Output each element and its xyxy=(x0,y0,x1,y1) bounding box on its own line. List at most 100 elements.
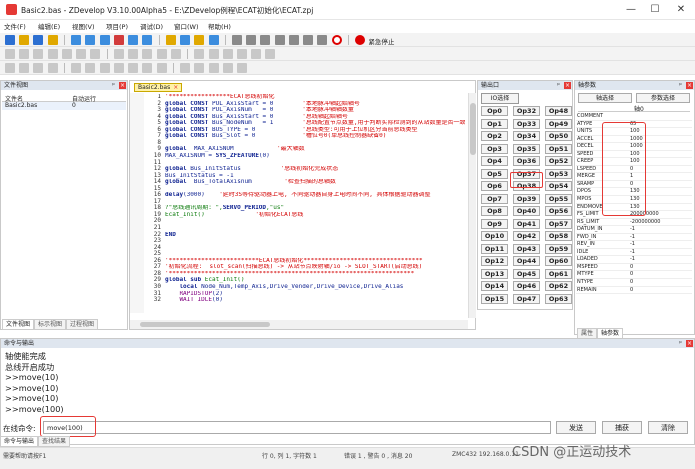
code-line[interactable]: WAIT IDLE(0) xyxy=(165,297,465,303)
code-line[interactable]: global CONST Bus_Slot = 0 '槽位号0(单总线控制器缺省… xyxy=(165,133,465,139)
param-row[interactable]: LOADED -1 xyxy=(576,256,692,264)
settings-icon[interactable] xyxy=(236,63,247,73)
menu-debug[interactable]: 调试(D) xyxy=(140,21,163,31)
pin-icon[interactable]: ᵖ xyxy=(677,340,684,347)
code-line[interactable]: MAX_AXISNUM = SYS_ZFEATURE(0) xyxy=(165,153,465,159)
output-port-op45[interactable]: Op45 xyxy=(513,268,540,279)
same-width-icon[interactable] xyxy=(71,63,82,73)
axis-select-button[interactable]: 轴选择 xyxy=(578,93,632,103)
output-port-op43[interactable]: Op43 xyxy=(513,243,540,254)
output-port-op5[interactable]: Op5 xyxy=(481,168,508,179)
editor-vertical-scrollbar[interactable] xyxy=(468,93,476,318)
output-port-op51[interactable]: Op51 xyxy=(545,143,572,154)
output-port-op39[interactable]: Op39 xyxy=(513,193,540,204)
param-row[interactable]: REV_IN -1 xyxy=(576,241,692,249)
output-port-op32[interactable]: Op32 xyxy=(513,106,540,116)
circle-tool-icon[interactable] xyxy=(47,49,58,59)
panel-close-icon[interactable]: × xyxy=(564,82,571,89)
output-port-op0[interactable]: Op0 xyxy=(481,106,508,116)
param-row[interactable]: MTYPE 0 xyxy=(576,271,692,280)
connect-icon[interactable] xyxy=(71,35,82,45)
code-lines[interactable]: 1 '*****************ECAT总线初始化 2 global CONS… xyxy=(130,94,466,314)
output-port-op4[interactable]: Op4 xyxy=(481,156,508,166)
param-value[interactable]: -1 xyxy=(630,234,635,242)
code-line[interactable]: global CONST Bus_NodeNum = 1 '总线配置节点数量,用… xyxy=(165,120,465,126)
pin-icon[interactable]: ᵖ xyxy=(110,82,117,89)
fit-icon[interactable] xyxy=(222,63,233,73)
file-autorun[interactable]: 0 xyxy=(72,102,76,109)
polyline-tool-icon[interactable] xyxy=(19,49,30,59)
menu-file[interactable]: 文件(F) xyxy=(4,21,26,31)
param-row[interactable]: REMAIN 0 xyxy=(576,287,692,295)
output-port-op47[interactable]: Op47 xyxy=(513,293,540,304)
emergency-stop-icon[interactable] xyxy=(355,35,366,45)
output-port-op56[interactable]: Op56 xyxy=(545,206,572,216)
emergency-stop-label[interactable]: 紧急停止 xyxy=(368,36,394,46)
code-line[interactable] xyxy=(165,186,465,192)
output-port-op12[interactable]: Op12 xyxy=(481,256,508,266)
output-port-op46[interactable]: Op46 xyxy=(513,281,540,291)
output-port-op52[interactable]: Op52 xyxy=(545,156,572,166)
output-port-op48[interactable]: Op48 xyxy=(545,106,572,116)
mirror-icon[interactable] xyxy=(251,49,262,59)
output-port-op58[interactable]: Op58 xyxy=(545,231,572,241)
param-row[interactable]: NTYPE 0 xyxy=(576,279,692,287)
menu-help[interactable]: 帮助(H) xyxy=(208,21,231,31)
tab-file-view[interactable]: 文件视图 xyxy=(2,319,35,330)
breakpoint-icon[interactable] xyxy=(274,35,285,45)
param-value[interactable]: -200000000 xyxy=(630,219,660,227)
send-button[interactable]: 发送 xyxy=(556,421,596,434)
output-port-op2[interactable]: Op2 xyxy=(481,131,508,141)
step-icon[interactable] xyxy=(208,35,219,45)
param-value[interactable]: 0 xyxy=(630,287,633,295)
output-port-op57[interactable]: Op57 xyxy=(545,218,572,229)
code-line[interactable] xyxy=(165,251,465,257)
ellipse-tool-icon[interactable] xyxy=(76,49,87,59)
output-port-op9[interactable]: Op9 xyxy=(481,218,508,229)
output-port-op44[interactable]: Op44 xyxy=(513,256,540,266)
param-row[interactable]: FWD_IN -1 xyxy=(576,234,692,242)
more-icon[interactable] xyxy=(317,35,328,45)
code-line[interactable]: global MAX_AXISNUM '最大轴数 xyxy=(165,146,465,152)
tab-order-icon[interactable] xyxy=(180,63,191,73)
minimize-button[interactable]: — xyxy=(622,3,640,17)
code-line[interactable]: END xyxy=(165,232,465,238)
file-row[interactable]: Basic2.bas 0 xyxy=(2,102,126,110)
online-command-input[interactable]: move(100) xyxy=(43,421,551,434)
editor-tab[interactable]: Basic2.bas × xyxy=(134,83,183,92)
code-line[interactable]: local Node_Num,Temp_Axis,Drive_Vender,Dr… xyxy=(165,284,465,290)
param-value[interactable]: 0 xyxy=(630,271,633,279)
build-icon[interactable] xyxy=(165,35,176,45)
tab-command-output[interactable]: 命令与输出 xyxy=(0,436,39,447)
param-row[interactable]: IDLE -1 xyxy=(576,249,692,257)
output-port-op50[interactable]: Op50 xyxy=(545,131,572,141)
tab-find-results[interactable]: 查找结果 xyxy=(38,436,71,447)
layer-icon[interactable] xyxy=(194,49,205,59)
rect-tool-icon[interactable] xyxy=(33,49,44,59)
output-port-op42[interactable]: Op42 xyxy=(513,231,540,241)
output-port-op59[interactable]: Op59 xyxy=(545,243,572,254)
output-port-op34[interactable]: Op34 xyxy=(513,131,540,141)
param-value[interactable]: -1 xyxy=(630,226,635,234)
menu-edit[interactable]: 编辑(E) xyxy=(38,21,60,31)
open-folder-icon[interactable] xyxy=(19,35,30,45)
output-port-op35[interactable]: Op35 xyxy=(513,143,540,154)
maximize-button[interactable]: ☐ xyxy=(646,3,664,17)
output-port-op3[interactable]: Op3 xyxy=(481,143,508,154)
new-file-icon[interactable] xyxy=(5,35,15,45)
cut-icon[interactable] xyxy=(113,35,124,45)
run-icon[interactable] xyxy=(180,35,191,45)
copy-icon[interactable] xyxy=(128,35,139,45)
menu-window[interactable]: 窗口(W) xyxy=(174,21,199,31)
param-row[interactable]: MSPEED 0 xyxy=(576,264,692,272)
center-v-icon[interactable] xyxy=(156,63,167,73)
code-line[interactable]: Bus_InitStatus = -1 xyxy=(165,173,465,179)
capture-button[interactable]: 捕获 xyxy=(602,421,642,434)
pin-icon[interactable]: ᵖ xyxy=(555,82,562,89)
same-height-icon[interactable] xyxy=(85,63,96,73)
center-h-icon[interactable] xyxy=(142,63,153,73)
line-tool-icon[interactable] xyxy=(5,49,15,59)
debug-pause-icon[interactable] xyxy=(246,35,257,45)
param-row[interactable]: RS_LIMIT -200000000 xyxy=(576,219,692,227)
align-icon[interactable] xyxy=(142,49,153,59)
